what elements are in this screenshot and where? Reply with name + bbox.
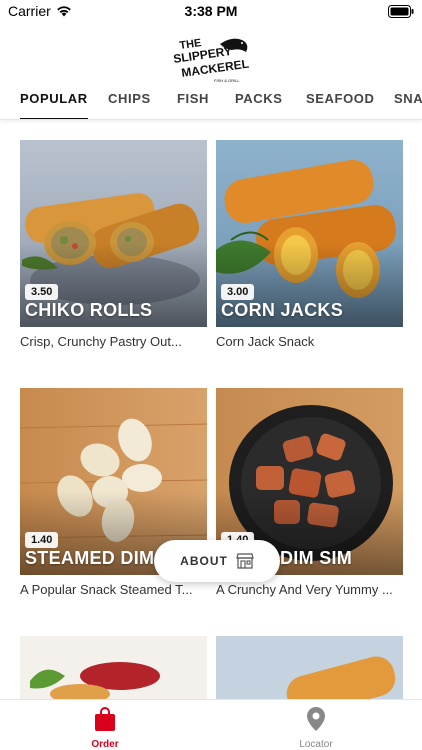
tab-fish[interactable]: FISH — [177, 91, 209, 119]
product-description: Crisp, Crunchy Pastry Out... — [20, 334, 182, 349]
price-badge: 3.50 — [25, 284, 59, 300]
product-card-chiko-rolls[interactable]: 3.50 CHIKO ROLLS Crisp, Crunchy Pastry O… — [20, 140, 207, 355]
nav-locator[interactable]: Locator — [266, 706, 366, 750]
clock: 3:38 PM — [184, 3, 238, 19]
about-button[interactable]: ABOUT — [154, 540, 280, 582]
nav-order-label: Order — [91, 739, 119, 750]
tab-popular[interactable]: POPULAR — [20, 91, 88, 119]
product-description: A Crunchy And Very Yummy ... — [216, 582, 393, 597]
nav-locator-label: Locator — [299, 739, 333, 750]
category-tabs: POPULAR CHIPS FISH PACKS SEAFOOD SNAC — [0, 84, 422, 120]
map-pin-icon — [307, 707, 325, 731]
product-card-partial[interactable] — [216, 636, 403, 699]
store-icon — [236, 553, 254, 569]
product-description: A Popular Snack Steamed T... — [20, 582, 193, 597]
product-name: CORN JACKS — [221, 300, 344, 320]
price-badge: 1.40 — [25, 532, 59, 548]
tab-seafood[interactable]: SEAFOOD — [306, 91, 374, 119]
brand-logo: THE SLIPPERY MACKEREL FISH & GRILL — [172, 37, 249, 83]
product-image — [216, 636, 403, 699]
product-card-partial[interactable] — [20, 636, 207, 699]
price-badge: 3.00 — [221, 284, 255, 300]
nav-order[interactable]: Order — [55, 706, 155, 750]
product-name: STEAMED DIM — [25, 548, 155, 568]
product-name: CHIKO ROLLS — [25, 300, 153, 320]
about-label: ABOUT — [180, 554, 228, 568]
battery-icon — [388, 5, 414, 18]
product-card-corn-jacks[interactable]: 3.00 CORN JACKS Corn Jack Snack — [216, 140, 403, 355]
status-bar: Carrier 3:38 PM — [0, 0, 422, 24]
tab-packs[interactable]: PACKS — [235, 91, 283, 119]
product-description: Corn Jack Snack — [216, 334, 315, 349]
product-image — [20, 636, 207, 699]
tab-chips[interactable]: CHIPS — [108, 91, 151, 119]
product-name: DIM SIM — [280, 548, 353, 568]
shopping-bag-icon — [95, 707, 115, 731]
tab-snacks[interactable]: SNAC — [394, 91, 422, 119]
svg-text:FISH & GRILL: FISH & GRILL — [214, 78, 240, 83]
bottom-navigation: Order Locator — [0, 699, 422, 750]
